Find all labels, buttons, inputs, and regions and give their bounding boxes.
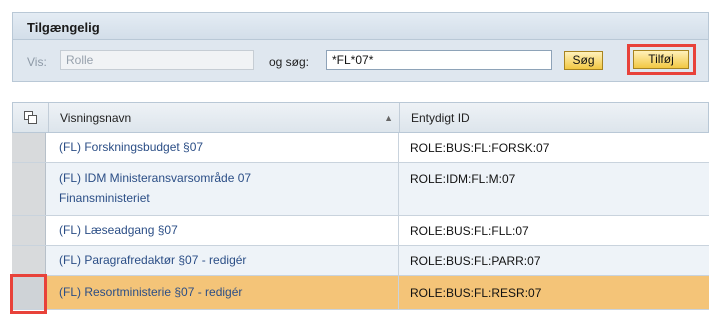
row-id: ROLE:BUS:FL:PARR:07	[410, 254, 541, 268]
table-row[interactable]: (FL) Forskningsbudget §07 ROLE:BUS:FL:FO…	[12, 133, 709, 163]
table-row[interactable]: (FL) Paragrafredaktør §07 - redigér ROLE…	[12, 246, 709, 276]
column-divider	[398, 133, 399, 162]
search-toolbar: Vis: Rolle og søg: *FL*07* Søg Tilføj	[12, 40, 709, 82]
row-name-line2[interactable]: Finansministeriet	[59, 189, 150, 208]
row-name[interactable]: (FL) Resortministerie §07 - redigér	[59, 283, 242, 302]
column-divider	[398, 246, 399, 275]
row-selector[interactable]	[12, 133, 46, 162]
row-selector-callout	[10, 274, 47, 314]
table-row[interactable]: (FL) IDM Ministeransvarsområde 07 Finans…	[12, 163, 709, 216]
column-selector[interactable]	[13, 103, 49, 132]
search-label: og søg:	[269, 55, 310, 69]
panel-header: Tilgængelig	[12, 12, 709, 40]
row-id: ROLE:BUS:FL:FLL:07	[410, 224, 529, 238]
add-button[interactable]: Tilføj	[633, 50, 689, 69]
column-id-label: Entydigt ID	[411, 111, 470, 125]
row-name[interactable]: (FL) Forskningsbudget §07	[59, 138, 203, 157]
vis-label: Vis:	[27, 55, 47, 69]
row-id: ROLE:BUS:FL:RESR:07	[410, 286, 542, 300]
panel-title: Tilgængelig	[27, 20, 100, 35]
row-name[interactable]: (FL) Læseadgang §07	[59, 221, 178, 240]
table-row[interactable]: (FL) Læseadgang §07 ROLE:BUS:FL:FLL:07	[12, 216, 709, 246]
roles-table: Visningsnavn ▲ Entydigt ID (FL) Forsknin…	[10, 102, 709, 322]
column-header-name[interactable]: Visningsnavn ▲	[49, 103, 400, 132]
row-id: ROLE:BUS:FL:FORSK:07	[410, 141, 550, 155]
sort-ascending-icon[interactable]: ▲	[384, 113, 393, 123]
column-divider	[398, 216, 399, 245]
row-selector[interactable]	[12, 246, 46, 275]
row-name-line1[interactable]: (FL) IDM Ministeransvarsområde 07	[59, 169, 251, 188]
column-name-label: Visningsnavn	[60, 111, 132, 125]
vis-select[interactable]: Rolle	[60, 50, 254, 70]
table-row-selected[interactable]: (FL) Resortministerie §07 - redigér ROLE…	[10, 274, 709, 314]
copy-icon	[24, 111, 37, 124]
row-selector[interactable]	[12, 163, 46, 215]
row-selector[interactable]	[10, 274, 47, 314]
row-id: ROLE:IDM:FL:M:07	[410, 172, 516, 186]
search-button[interactable]: Søg	[564, 51, 603, 70]
search-input[interactable]: *FL*07*	[326, 50, 552, 70]
row-selector[interactable]	[12, 216, 46, 245]
row-name[interactable]: (FL) Paragrafredaktør §07 - redigér	[59, 251, 246, 270]
column-divider	[398, 163, 399, 215]
table-header: Visningsnavn ▲ Entydigt ID	[12, 102, 709, 133]
add-button-callout: Tilføj	[627, 44, 696, 75]
column-divider	[398, 276, 399, 309]
